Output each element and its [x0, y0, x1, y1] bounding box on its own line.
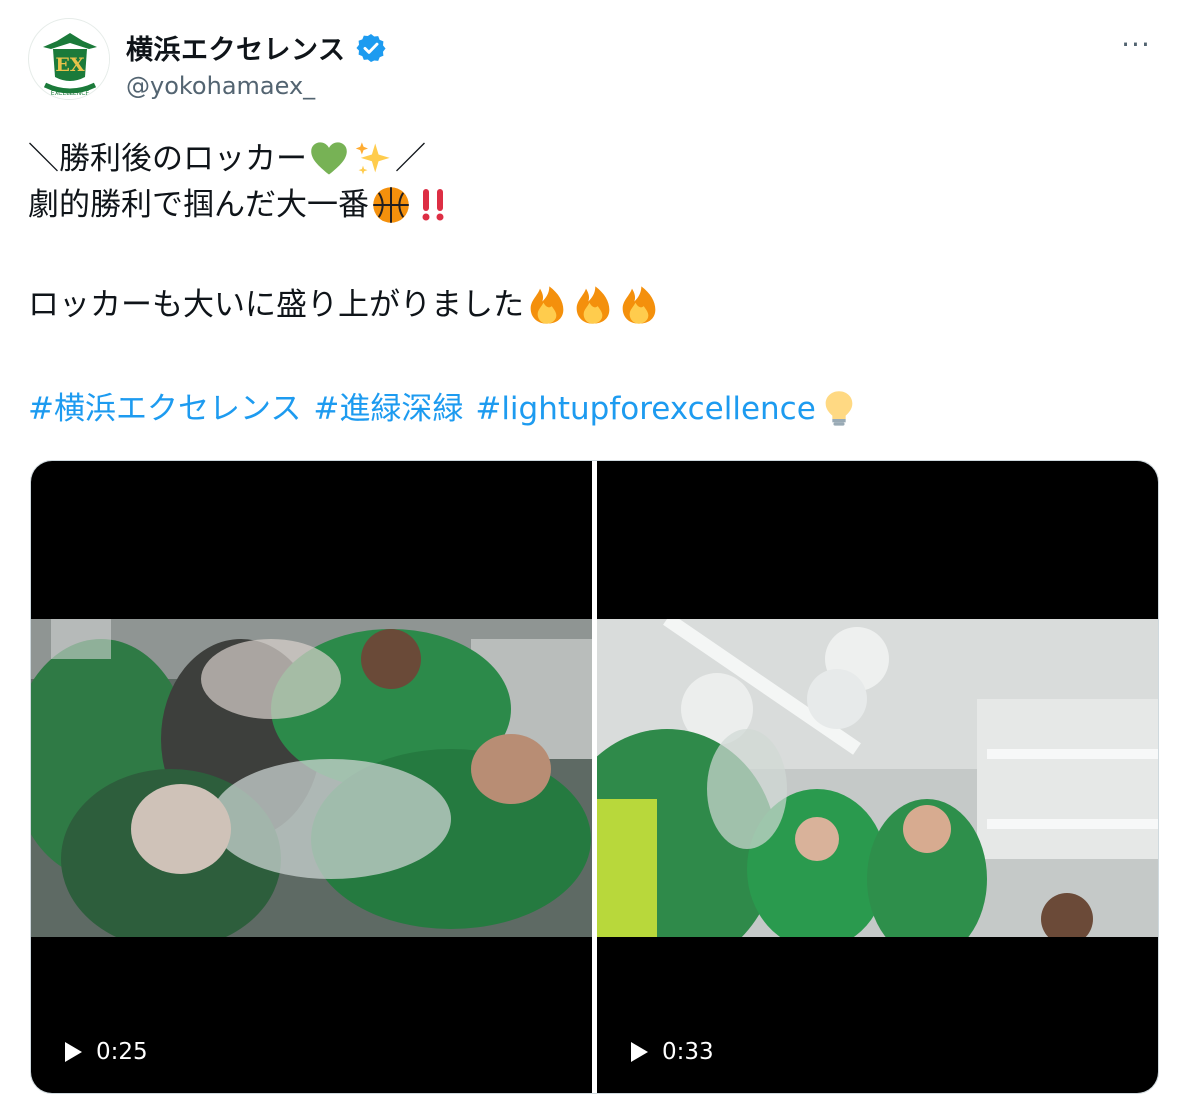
fire-icon — [622, 286, 656, 324]
locker-room-celebration-image — [597, 619, 1158, 937]
more-icon: ··· — [1121, 27, 1151, 61]
video-meta: 0:25 — [65, 1039, 148, 1065]
fire-icon — [576, 286, 610, 324]
svg-text:EX: EX — [55, 54, 84, 76]
text-line-2: 劇的勝利で掴んだ大一番 — [28, 182, 1158, 228]
tweet-text: ＼勝利後のロッカー ／ 劇的勝利で掴んだ大一番 ロッカーも大いに盛り上がりました — [28, 136, 1158, 328]
handle[interactable]: @yokohamaex_ — [126, 72, 315, 100]
video-thumbnail — [597, 619, 1158, 937]
hashtag-link[interactable]: #lightupforexcellence — [475, 386, 815, 432]
hashtag-link[interactable]: #進緑深緑 — [313, 386, 463, 432]
tweet: EX EXCELLENCE 横浜エクセレンス @yokohamaex_ ··· … — [0, 0, 1194, 1104]
verified-badge-icon — [356, 33, 387, 62]
display-name[interactable]: 横浜エクセレンス — [126, 28, 345, 67]
text-segment: ＼勝利後のロッカー — [28, 141, 307, 177]
video-player-1[interactable]: 0:25 — [31, 461, 592, 1093]
name-row: 横浜エクセレンス — [126, 28, 387, 67]
play-icon[interactable] — [65, 1042, 82, 1062]
media-grid: 0:25 0:33 — [30, 460, 1159, 1094]
text-segment: ロッカーも大いに盛り上がりました — [28, 287, 524, 323]
light-bulb-icon — [825, 391, 853, 426]
video-thumbnail — [31, 619, 592, 937]
double-exclamation-icon — [422, 189, 444, 221]
locker-room-celebration-image — [31, 619, 592, 937]
play-icon[interactable] — [631, 1042, 648, 1062]
svg-text:EXCELLENCE: EXCELLENCE — [51, 90, 90, 97]
more-button[interactable]: ··· — [1114, 26, 1158, 62]
video-duration: 0:25 — [96, 1039, 148, 1065]
text-line-1: ＼勝利後のロッカー ／ — [28, 136, 1158, 182]
text-segment: 劇的勝利で掴んだ大一番 — [28, 187, 369, 223]
video-meta: 0:33 — [631, 1039, 714, 1065]
text-line-3: ロッカーも大いに盛り上がりました — [28, 282, 1158, 328]
video-duration: 0:33 — [662, 1039, 714, 1065]
hashtags: #横浜エクセレンス #進緑深緑 #lightupforexcellence — [28, 386, 858, 432]
green-heart-icon — [311, 142, 347, 175]
fire-icon — [530, 286, 564, 324]
avatar[interactable]: EX EXCELLENCE — [28, 18, 110, 100]
sparkles-icon — [355, 142, 390, 175]
basketball-icon — [373, 187, 409, 223]
text-segment: ／ — [395, 141, 426, 177]
hashtag-link[interactable]: #横浜エクセレンス — [28, 386, 301, 432]
video-player-2[interactable]: 0:33 — [597, 461, 1158, 1093]
team-logo-icon: EX EXCELLENCE — [30, 20, 109, 99]
